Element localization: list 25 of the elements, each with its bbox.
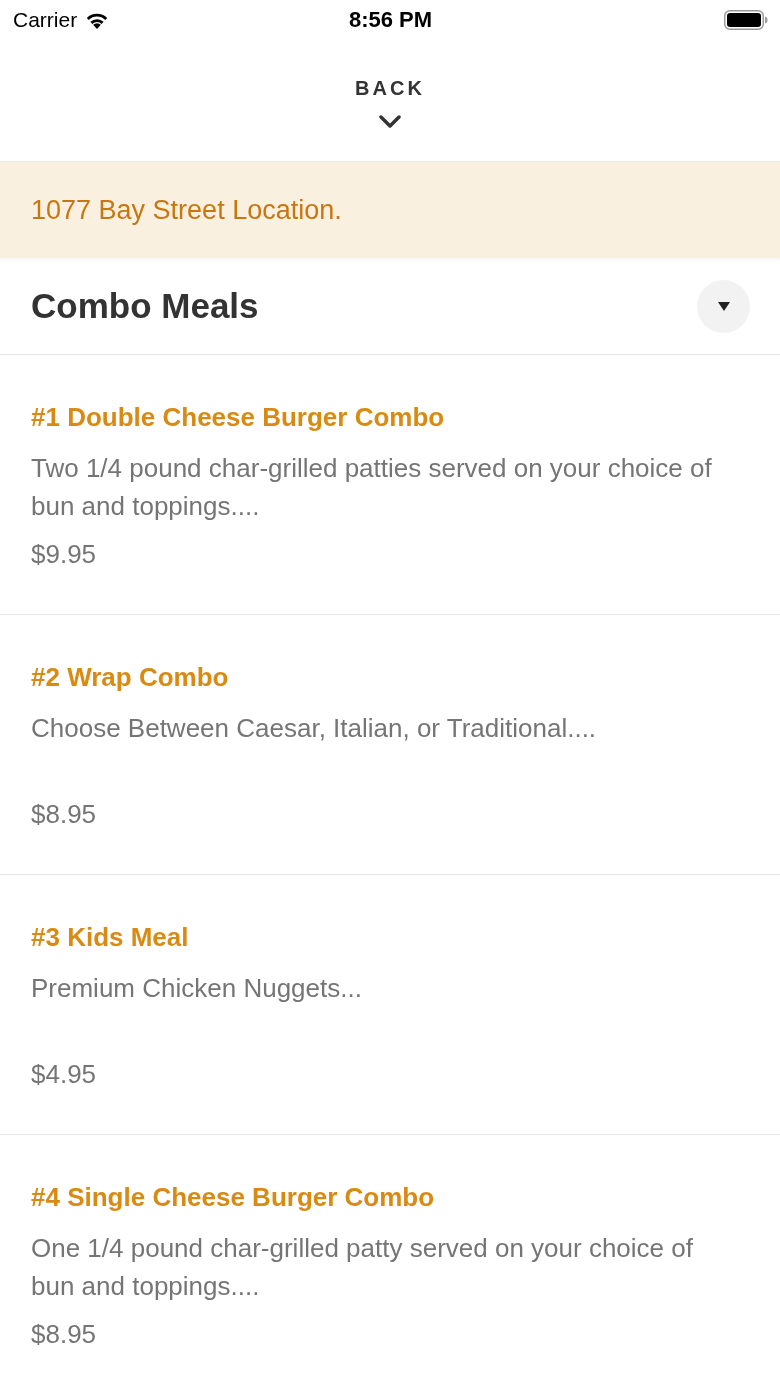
item-price: $8.95 xyxy=(31,798,98,830)
item-description: One 1/4 pound char-grilled patty served on your choice of bun and toppings.... xyxy=(31,1232,694,1303)
item-description: Choose Between Caesar, Italian, or Traditional.... xyxy=(31,712,598,745)
menu-item[interactable]: #1 Double Cheese Burger Combo Two 1/4 pound char-grilled patties served on your choice of bun and toppings.... $9.95 xyxy=(0,355,780,615)
item-name: #2 Wrap Combo xyxy=(31,661,230,693)
item-name: #4 Single Cheese Burger Combo xyxy=(31,1181,436,1213)
caret-icon xyxy=(717,301,730,311)
carrier-name: Carrier xyxy=(13,8,78,32)
menu-item[interactable]: #3 Kids Meal Premium Chicken Nuggets... $4.95 xyxy=(0,875,780,1135)
item-description: Premium Chicken Nuggets... xyxy=(31,972,363,1005)
status-time: 8:56 PM xyxy=(348,7,433,33)
item-price: $4.95 xyxy=(31,1058,98,1090)
chevron-down-icon[interactable] xyxy=(379,115,401,129)
item-price: $8.95 xyxy=(31,1318,98,1350)
battery-icon xyxy=(724,10,768,30)
item-name: #3 Kids Meal xyxy=(31,921,190,953)
wifi-icon xyxy=(85,11,110,29)
menu-item[interactable]: #4 Single Cheese Burger Combo One 1/4 pound char-grilled patty served on your choice of bun and toppings.... $8.95 xyxy=(0,1135,780,1366)
item-price: $9.95 xyxy=(31,538,98,570)
section-title: Combo Meals xyxy=(31,286,259,326)
menu-item[interactable]: #2 Wrap Combo Choose Between Caesar, Italian, or Traditional.... $8.95 xyxy=(0,615,780,875)
back-button[interactable]: BACK xyxy=(355,75,425,101)
item-description: Two 1/4 pound char-grilled patties served on your choice of bun and toppings.... xyxy=(31,452,713,523)
item-name: #1 Double Cheese Burger Combo xyxy=(31,401,446,433)
location-text: 1077 Bay Street Location. xyxy=(31,194,342,226)
